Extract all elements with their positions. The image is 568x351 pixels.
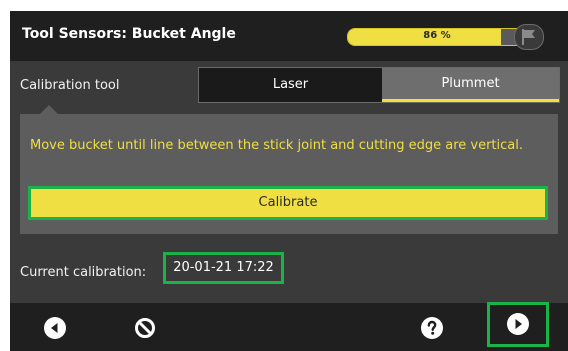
battery-progress-bar: 86 % [347,28,527,46]
panel-pointer [40,105,58,114]
flag-button[interactable] [514,24,544,50]
next-button[interactable] [487,302,549,347]
header-bar: Tool Sensors: Bucket Angle 86 % [10,11,568,61]
page-title: Tool Sensors: Bucket Angle [22,26,236,42]
calibration-tool-label: Calibration tool [20,78,120,93]
next-arrow-icon [507,313,529,335]
footer-bar [10,302,568,351]
calibration-tool-selector: Laser Plummet [198,67,560,103]
battery-progress-label: 86 % [423,30,451,41]
help-icon[interactable] [421,317,443,339]
cancel-icon[interactable] [134,317,156,339]
back-arrow-icon[interactable] [44,317,66,339]
current-calibration-label: Current calibration: [20,265,147,280]
plummet-option[interactable]: Plummet [382,68,559,102]
calibration-screen: Tool Sensors: Bucket Angle 86 % Calibrat… [10,11,568,351]
instruction-panel: Move bucket until line between the stick… [20,105,558,234]
flag-icon [522,29,535,45]
instruction-text: Move bucket until line between the stick… [30,138,523,153]
laser-option[interactable]: Laser [199,68,382,102]
current-calibration-value: 20-01-21 17:22 [163,252,284,284]
calibrate-button[interactable]: Calibrate [28,186,548,220]
